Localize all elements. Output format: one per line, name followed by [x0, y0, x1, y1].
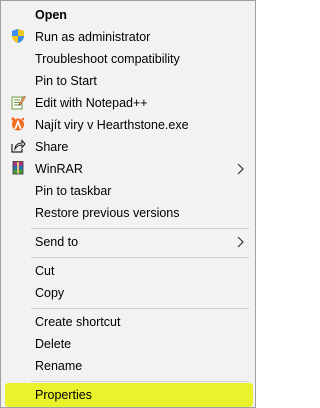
uac-shield-icon — [10, 28, 26, 44]
menu-item-create-shortcut[interactable]: Create shortcut — [1, 311, 255, 333]
winrar-icon — [10, 160, 26, 176]
share-icon — [10, 138, 26, 154]
menu-item-label: Cut — [35, 264, 55, 278]
menu-item-label: Najít viry v Hearthstone.exe — [35, 118, 189, 132]
menu-item-troubleshoot-compatibility[interactable]: Troubleshoot compatibility — [1, 48, 255, 70]
menu-item-rename[interactable]: Rename — [1, 355, 255, 377]
avast-icon — [10, 116, 26, 132]
menu-item-label: Run as administrator — [35, 30, 151, 44]
menu-separator — [31, 228, 249, 229]
menu-item-copy[interactable]: Copy — [1, 282, 255, 304]
menu-item-label: Pin to Start — [35, 74, 97, 88]
menu-item-label: Properties — [35, 388, 92, 402]
chevron-right-icon — [235, 162, 245, 176]
menu-item-pin-to-taskbar[interactable]: Pin to taskbar — [1, 180, 255, 202]
menu-item-restore-previous-versions[interactable]: Restore previous versions — [1, 202, 255, 224]
menu-item-send-to[interactable]: Send to — [1, 231, 255, 253]
menu-separator — [31, 381, 249, 382]
menu-item-cut[interactable]: Cut — [1, 260, 255, 282]
menu-item-label: Send to — [35, 235, 79, 249]
menu-item-label: Share — [35, 140, 69, 154]
menu-separator — [31, 257, 249, 258]
menu-item-run-as-administrator[interactable]: Run as administrator — [1, 26, 255, 48]
menu-separator — [31, 308, 249, 309]
menu-item-winrar[interactable]: WinRAR — [1, 158, 255, 180]
menu-item-label: Edit with Notepad++ — [35, 96, 148, 110]
notepad-plus-plus-icon — [10, 94, 26, 110]
menu-item-label: Restore previous versions — [35, 206, 180, 220]
menu-item-label: Pin to taskbar — [35, 184, 112, 198]
menu-item-scan-for-viruses[interactable]: Najít viry v Hearthstone.exe — [1, 114, 255, 136]
menu-item-pin-to-start[interactable]: Pin to Start — [1, 70, 255, 92]
chevron-right-icon — [235, 235, 245, 249]
menu-item-label: Open — [35, 8, 67, 22]
context-menu: Open Run as administrator Troubleshoot c… — [0, 0, 256, 408]
menu-item-label: Troubleshoot compatibility — [35, 52, 180, 66]
menu-item-label: Delete — [35, 337, 72, 351]
menu-item-delete[interactable]: Delete — [1, 333, 255, 355]
menu-item-open[interactable]: Open — [1, 4, 255, 26]
menu-item-properties[interactable]: Properties — [1, 384, 255, 406]
menu-item-label: WinRAR — [35, 162, 83, 176]
menu-item-label: Rename — [35, 359, 83, 373]
menu-item-label: Create shortcut — [35, 315, 121, 329]
menu-item-label: Copy — [35, 286, 65, 300]
menu-item-edit-with-notepad[interactable]: Edit with Notepad++ — [1, 92, 255, 114]
menu-item-share[interactable]: Share — [1, 136, 255, 158]
